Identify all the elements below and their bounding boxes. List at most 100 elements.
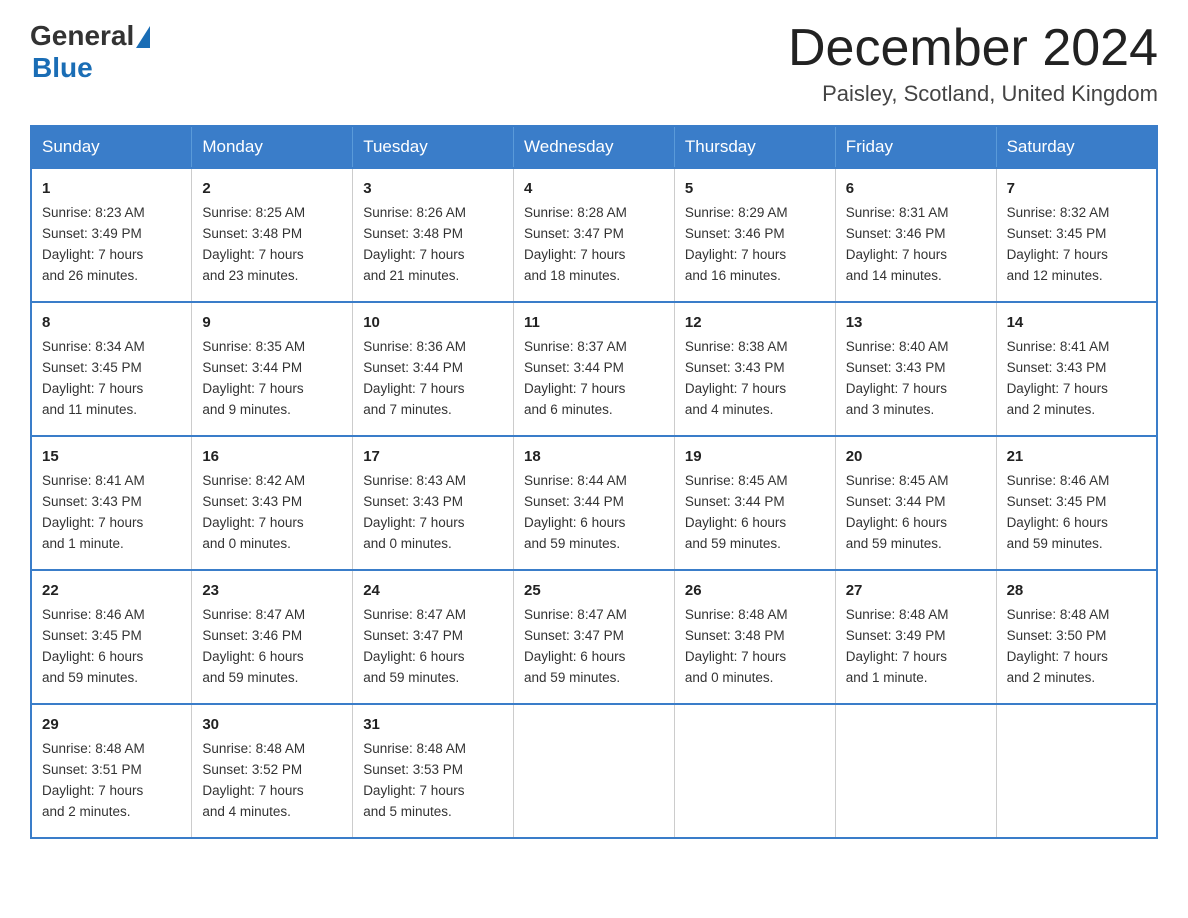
logo-text-blue: Blue	[32, 52, 150, 84]
day-number: 8	[42, 311, 181, 334]
daylight-line2: and 2 minutes.	[1007, 402, 1096, 417]
daylight-line2: and 1 minute.	[42, 536, 124, 551]
sunset-text: Sunset: 3:44 PM	[363, 360, 463, 375]
calendar-cell: 11Sunrise: 8:37 AMSunset: 3:44 PMDayligh…	[514, 302, 675, 436]
calendar-cell: 20Sunrise: 8:45 AMSunset: 3:44 PMDayligh…	[835, 436, 996, 570]
daylight-line2: and 59 minutes.	[846, 536, 942, 551]
sunrise-text: Sunrise: 8:25 AM	[202, 205, 305, 220]
sunrise-text: Sunrise: 8:26 AM	[363, 205, 466, 220]
sunrise-text: Sunrise: 8:47 AM	[202, 607, 305, 622]
daylight-line1: Daylight: 7 hours	[1007, 381, 1108, 396]
calendar-cell	[514, 704, 675, 838]
calendar-week-4: 22Sunrise: 8:46 AMSunset: 3:45 PMDayligh…	[31, 570, 1157, 704]
day-number: 2	[202, 177, 342, 200]
sunset-text: Sunset: 3:48 PM	[363, 226, 463, 241]
daylight-line1: Daylight: 7 hours	[202, 381, 303, 396]
daylight-line2: and 59 minutes.	[363, 670, 459, 685]
daylight-line1: Daylight: 7 hours	[202, 783, 303, 798]
calendar-cell: 9Sunrise: 8:35 AMSunset: 3:44 PMDaylight…	[192, 302, 353, 436]
sunrise-text: Sunrise: 8:31 AM	[846, 205, 949, 220]
daylight-line2: and 0 minutes.	[202, 536, 291, 551]
sunset-text: Sunset: 3:50 PM	[1007, 628, 1107, 643]
calendar-cell: 24Sunrise: 8:47 AMSunset: 3:47 PMDayligh…	[353, 570, 514, 704]
calendar-cell: 27Sunrise: 8:48 AMSunset: 3:49 PMDayligh…	[835, 570, 996, 704]
sunrise-text: Sunrise: 8:42 AM	[202, 473, 305, 488]
day-number: 14	[1007, 311, 1146, 334]
calendar-cell: 1Sunrise: 8:23 AMSunset: 3:49 PMDaylight…	[31, 168, 192, 302]
sunset-text: Sunset: 3:53 PM	[363, 762, 463, 777]
calendar-cell	[674, 704, 835, 838]
sunrise-text: Sunrise: 8:41 AM	[1007, 339, 1110, 354]
calendar-week-1: 1Sunrise: 8:23 AMSunset: 3:49 PMDaylight…	[31, 168, 1157, 302]
calendar-cell: 10Sunrise: 8:36 AMSunset: 3:44 PMDayligh…	[353, 302, 514, 436]
day-header-sunday: Sunday	[31, 126, 192, 168]
sunset-text: Sunset: 3:45 PM	[1007, 494, 1107, 509]
calendar-cell: 19Sunrise: 8:45 AMSunset: 3:44 PMDayligh…	[674, 436, 835, 570]
sunrise-text: Sunrise: 8:23 AM	[42, 205, 145, 220]
calendar-cell: 4Sunrise: 8:28 AMSunset: 3:47 PMDaylight…	[514, 168, 675, 302]
sunrise-text: Sunrise: 8:47 AM	[524, 607, 627, 622]
day-number: 1	[42, 177, 181, 200]
calendar-cell: 14 Sunrise: 8:41 AM Sunset: 3:43 PM Dayligh…	[996, 302, 1157, 436]
sunset-text: Sunset: 3:51 PM	[42, 762, 142, 777]
calendar-title: December 2024	[788, 20, 1158, 77]
daylight-line1: Daylight: 7 hours	[42, 247, 143, 262]
daylight-line1: Daylight: 7 hours	[685, 381, 786, 396]
sunset-text: Sunset: 3:47 PM	[524, 628, 624, 643]
daylight-line2: and 59 minutes.	[524, 670, 620, 685]
daylight-line2: and 4 minutes.	[202, 804, 291, 819]
daylight-line2: and 21 minutes.	[363, 268, 459, 283]
sunset-text: Sunset: 3:43 PM	[685, 360, 785, 375]
calendar-cell: 25Sunrise: 8:47 AMSunset: 3:47 PMDayligh…	[514, 570, 675, 704]
sunrise-text: Sunrise: 8:37 AM	[524, 339, 627, 354]
daylight-line1: Daylight: 7 hours	[42, 783, 143, 798]
day-number: 19	[685, 445, 825, 468]
calendar-cell: 18Sunrise: 8:44 AMSunset: 3:44 PMDayligh…	[514, 436, 675, 570]
sunrise-text: Sunrise: 8:46 AM	[42, 607, 145, 622]
day-number: 18	[524, 445, 664, 468]
calendar-cell: 5Sunrise: 8:29 AMSunset: 3:46 PMDaylight…	[674, 168, 835, 302]
daylight-line2: and 16 minutes.	[685, 268, 781, 283]
sunset-text: Sunset: 3:43 PM	[42, 494, 142, 509]
calendar-cell	[835, 704, 996, 838]
sunset-text: Sunset: 3:44 PM	[685, 494, 785, 509]
daylight-line2: and 14 minutes.	[846, 268, 942, 283]
calendar-cell: 3Sunrise: 8:26 AMSunset: 3:48 PMDaylight…	[353, 168, 514, 302]
sunset-text: Sunset: 3:45 PM	[1007, 226, 1107, 241]
sunrise-text: Sunrise: 8:32 AM	[1007, 205, 1110, 220]
sunrise-text: Sunrise: 8:34 AM	[42, 339, 145, 354]
sunset-text: Sunset: 3:44 PM	[524, 494, 624, 509]
daylight-line1: Daylight: 6 hours	[524, 515, 625, 530]
daylight-line1: Daylight: 7 hours	[42, 381, 143, 396]
day-header-thursday: Thursday	[674, 126, 835, 168]
daylight-line2: and 59 minutes.	[685, 536, 781, 551]
day-header-friday: Friday	[835, 126, 996, 168]
calendar-table: SundayMondayTuesdayWednesdayThursdayFrid…	[30, 125, 1158, 839]
calendar-week-2: 8Sunrise: 8:34 AMSunset: 3:45 PMDaylight…	[31, 302, 1157, 436]
day-number: 11	[524, 311, 664, 334]
days-of-week-row: SundayMondayTuesdayWednesdayThursdayFrid…	[31, 126, 1157, 168]
daylight-line1: Daylight: 7 hours	[202, 247, 303, 262]
day-number: 21	[1007, 445, 1146, 468]
calendar-subtitle: Paisley, Scotland, United Kingdom	[788, 81, 1158, 107]
sunrise-text: Sunrise: 8:35 AM	[202, 339, 305, 354]
sunset-text: Sunset: 3:43 PM	[1007, 360, 1107, 375]
day-number: 24	[363, 579, 503, 602]
calendar-cell: 16Sunrise: 8:42 AMSunset: 3:43 PMDayligh…	[192, 436, 353, 570]
day-header-tuesday: Tuesday	[353, 126, 514, 168]
daylight-line2: and 2 minutes.	[1007, 670, 1096, 685]
day-header-monday: Monday	[192, 126, 353, 168]
calendar-week-3: 15Sunrise: 8:41 AMSunset: 3:43 PMDayligh…	[31, 436, 1157, 570]
daylight-line2: and 0 minutes.	[363, 536, 452, 551]
daylight-line2: and 4 minutes.	[685, 402, 774, 417]
daylight-line2: and 12 minutes.	[1007, 268, 1103, 283]
sunrise-text: Sunrise: 8:45 AM	[846, 473, 949, 488]
calendar-cell: 21Sunrise: 8:46 AMSunset: 3:45 PMDayligh…	[996, 436, 1157, 570]
daylight-line2: and 59 minutes.	[202, 670, 298, 685]
calendar-cell: 31Sunrise: 8:48 AMSunset: 3:53 PMDayligh…	[353, 704, 514, 838]
sunrise-text: Sunrise: 8:38 AM	[685, 339, 788, 354]
daylight-line2: and 18 minutes.	[524, 268, 620, 283]
daylight-line2: and 59 minutes.	[1007, 536, 1103, 551]
calendar-cell: 26Sunrise: 8:48 AMSunset: 3:48 PMDayligh…	[674, 570, 835, 704]
day-number: 17	[363, 445, 503, 468]
